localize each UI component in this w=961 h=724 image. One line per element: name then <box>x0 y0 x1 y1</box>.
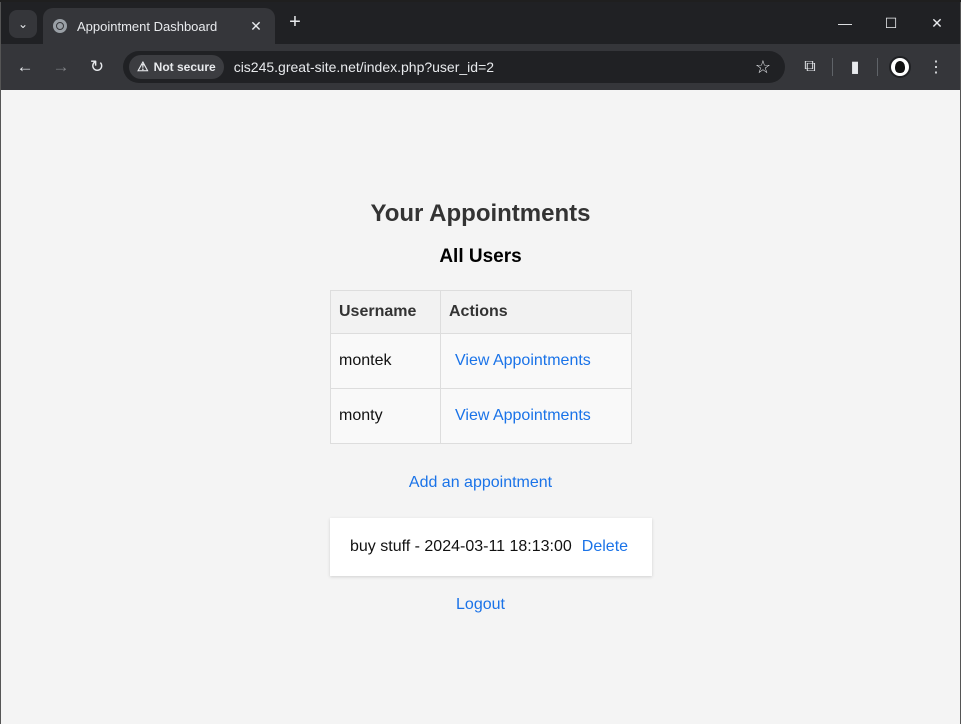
actions-cell: View Appointments <box>440 388 632 444</box>
security-indicator[interactable]: ⚠ Not secure <box>129 55 224 79</box>
avatar <box>889 56 911 78</box>
minimize-icon[interactable]: — <box>822 2 868 44</box>
browser-toolbar: ← → ↻ ⚠ Not secure cis245.great-site.net… <box>1 44 960 90</box>
browser-window: ⌄ Appointment Dashboard ✕ + — ☐ ✕ ← → ↻ … <box>0 2 961 724</box>
username-cell: montek <box>330 333 441 389</box>
tab-appointment-dashboard[interactable]: Appointment Dashboard ✕ <box>43 8 275 44</box>
view-appointments-link[interactable]: View Appointments <box>455 352 591 369</box>
arrow-left-icon: ← <box>16 57 34 76</box>
add-appointment-container: Add an appointment <box>1 474 960 492</box>
tab-search-button[interactable]: ⌄ <box>9 10 37 38</box>
logout-container: Logout <box>1 596 960 614</box>
column-header-username: Username <box>330 290 441 334</box>
chevron-down-icon: ⌄ <box>17 17 29 31</box>
page-title: Your Appointments <box>370 200 591 227</box>
toolbar-right-actions: ⧉ ▮ ⋮ <box>792 49 954 85</box>
address-bar[interactable]: ⚠ Not secure cis245.great-site.net/index… <box>123 51 785 83</box>
add-appointment-link[interactable]: Add an appointment <box>409 474 552 491</box>
maximize-icon[interactable]: ☐ <box>868 2 914 44</box>
security-label: Not secure <box>153 60 216 74</box>
tab-strip: ⌄ Appointment Dashboard ✕ + — ☐ ✕ <box>1 2 960 44</box>
appointment-text: buy stuff - 2024-03-11 18:13:00 <box>350 538 572 555</box>
forward-button[interactable]: → <box>43 49 79 85</box>
back-button[interactable]: ← <box>7 49 43 85</box>
side-panel-icon[interactable]: ▮ <box>837 49 873 85</box>
window-controls: — ☐ ✕ <box>822 2 960 44</box>
logout-link[interactable]: Logout <box>456 596 505 613</box>
username-cell: monty <box>330 388 441 444</box>
close-tab-icon[interactable]: ✕ <box>247 18 265 35</box>
tab-title: Appointment Dashboard <box>77 18 218 34</box>
users-table: Username Actions montek View Appointment… <box>330 290 632 444</box>
new-tab-button[interactable]: + <box>283 11 307 35</box>
toolbar-divider <box>877 58 878 76</box>
reload-icon: ↻ <box>89 57 105 76</box>
column-header-actions: Actions <box>440 290 632 334</box>
puzzle-icon[interactable]: ⧉ <box>792 49 828 85</box>
view-appointments-link[interactable]: View Appointments <box>455 407 591 424</box>
users-section-title: All Users <box>439 246 522 267</box>
globe-icon <box>53 19 67 33</box>
reload-button[interactable]: ↻ <box>79 49 115 85</box>
kebab-menu-icon[interactable]: ⋮ <box>918 49 954 85</box>
close-window-icon[interactable]: ✕ <box>914 2 960 44</box>
toolbar-divider <box>832 58 833 76</box>
warning-icon: ⚠ <box>137 59 149 74</box>
table-row: monty View Appointments <box>330 388 632 444</box>
arrow-right-icon: → <box>52 57 70 76</box>
actions-cell: View Appointments <box>440 333 632 389</box>
delete-appointment-link[interactable]: Delete <box>582 538 628 556</box>
table-header-row: Username Actions <box>330 290 632 334</box>
url-text[interactable]: cis245.great-site.net/index.php?user_id=… <box>234 59 755 75</box>
appointment-item: buy stuff - 2024-03-11 18:13:00 Delete <box>330 518 652 576</box>
page-viewport: Your Appointments All Users Username Act… <box>1 90 960 724</box>
profile-button[interactable] <box>882 49 918 85</box>
table-row: montek View Appointments <box>330 333 632 389</box>
star-icon[interactable]: ☆ <box>755 57 771 78</box>
